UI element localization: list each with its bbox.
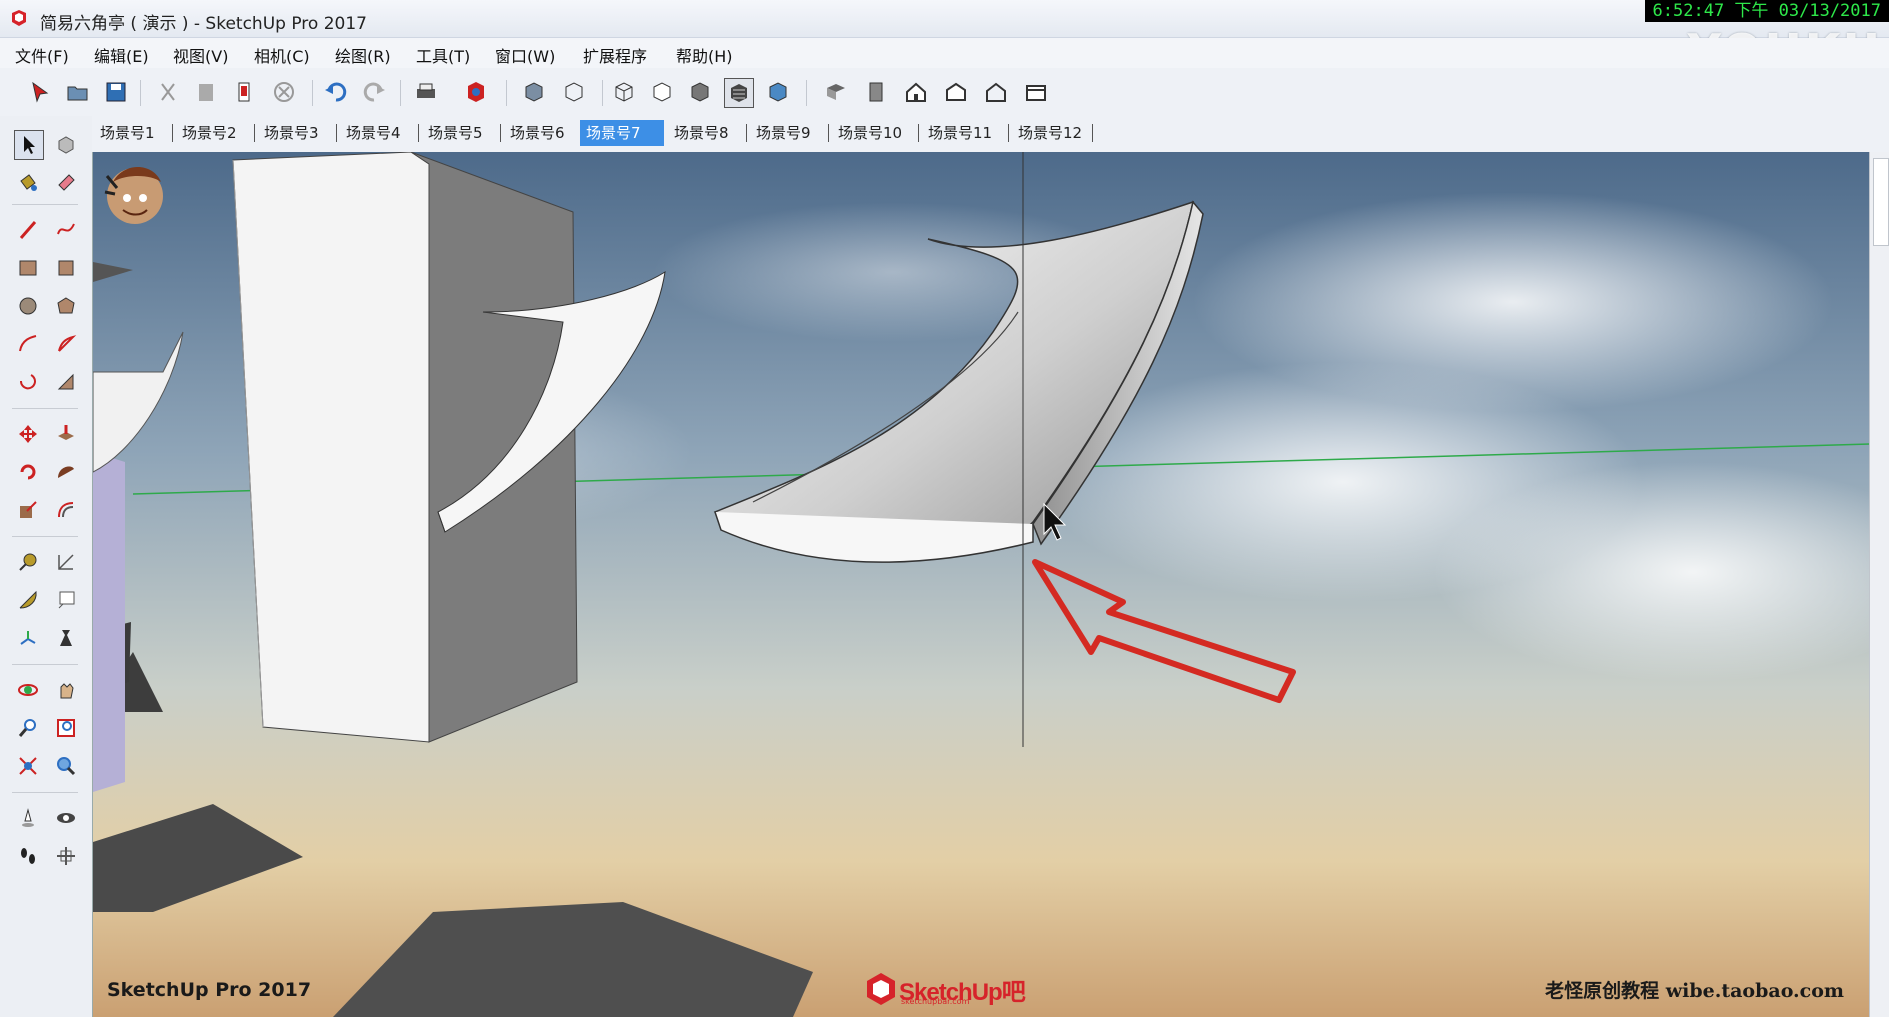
- open-icon[interactable]: [64, 78, 92, 106]
- menu-tools[interactable]: 工具(T): [416, 43, 470, 67]
- clock-overlay: 6:52:47 下午 03/13/2017: [1644, 0, 1889, 22]
- back-view-icon[interactable]: [982, 78, 1010, 106]
- xray-icon[interactable]: [520, 78, 548, 106]
- dimension-icon[interactable]: [52, 548, 80, 576]
- window-title: 简易六角亭 ( 演示 ) - SketchUp Pro 2017: [40, 14, 367, 34]
- follow-me-icon[interactable]: [52, 458, 80, 486]
- axes-icon[interactable]: [14, 624, 42, 652]
- logo-subtext: sketchupbar.com: [901, 997, 970, 1006]
- menu-help[interactable]: 帮助(H): [676, 43, 733, 67]
- back-edges-icon[interactable]: [560, 78, 588, 106]
- cut-icon[interactable]: [154, 78, 182, 106]
- sketchup-app-icon: [12, 10, 26, 26]
- paste-icon[interactable]: [192, 78, 220, 106]
- wireframe-icon[interactable]: [610, 78, 638, 106]
- menu-edit[interactable]: 编辑(E): [94, 43, 149, 67]
- model-viewport[interactable]: SketchUp Pro 2017 SketchUp吧 sketchupbar.…: [92, 152, 1870, 1017]
- title-bar: 简易六角亭 ( 演示 ) - SketchUp Pro 2017 6:52:47…: [0, 0, 1889, 78]
- 3d-text-icon[interactable]: [52, 624, 80, 652]
- tray-collapse-handle[interactable]: [1873, 158, 1889, 246]
- sketchup-logo-icon: [867, 973, 895, 1005]
- shaded-icon[interactable]: [686, 78, 714, 106]
- component-icon[interactable]: [52, 130, 80, 158]
- tab-scene-8[interactable]: 场景号8: [668, 120, 735, 146]
- tab-scene-12[interactable]: 场景号12: [1012, 120, 1088, 146]
- zoom-extents-icon[interactable]: [14, 752, 42, 780]
- tab-scene-3[interactable]: 场景号3: [258, 120, 325, 146]
- offset-icon[interactable]: [52, 496, 80, 524]
- delete-icon[interactable]: [270, 78, 298, 106]
- walk-icon[interactable]: [14, 842, 42, 870]
- main-toolbar: [0, 68, 1889, 116]
- menu-extensions[interactable]: 扩展程序: [583, 43, 647, 67]
- three-point-arc-icon[interactable]: [14, 368, 42, 396]
- pie-icon[interactable]: [52, 330, 80, 358]
- hidden-line-icon[interactable]: [648, 78, 676, 106]
- zoom-window-icon[interactable]: [52, 714, 80, 742]
- arc-icon[interactable]: [14, 330, 42, 358]
- large-tool-set: [0, 116, 92, 1017]
- eraser-icon[interactable]: [52, 168, 80, 196]
- pan-icon[interactable]: [52, 676, 80, 704]
- course-credit-label: 老怪原创教程 wibe.taobao.com: [1545, 980, 1844, 1002]
- paint-bucket-icon[interactable]: [14, 168, 42, 196]
- default-tray-strip: [1869, 152, 1889, 1017]
- rotate-icon[interactable]: [14, 458, 42, 486]
- tab-scene-5[interactable]: 场景号5: [422, 120, 489, 146]
- push-pull-icon[interactable]: [52, 420, 80, 448]
- select-icon[interactable]: [14, 130, 44, 160]
- print-icon[interactable]: [412, 78, 440, 106]
- front-view-icon[interactable]: [902, 78, 930, 106]
- monochrome-icon[interactable]: [764, 78, 792, 106]
- tab-scene-1[interactable]: 场景号1: [94, 120, 161, 146]
- iso-view-icon[interactable]: [822, 78, 850, 106]
- undo-icon[interactable]: [322, 78, 350, 106]
- tape-measure-icon[interactable]: [14, 548, 42, 576]
- position-camera-icon[interactable]: [14, 804, 42, 832]
- rotated-rectangle-icon[interactable]: [52, 254, 80, 282]
- menu-camera[interactable]: 相机(C): [254, 43, 310, 67]
- line-icon[interactable]: [14, 216, 42, 244]
- freehand-icon[interactable]: [52, 216, 80, 244]
- polygon-icon[interactable]: [52, 292, 80, 320]
- orbit-icon[interactable]: [14, 676, 42, 704]
- erase-icon[interactable]: [230, 78, 258, 106]
- menu-view[interactable]: 视图(V): [173, 43, 228, 67]
- zoom-icon[interactable]: [14, 714, 42, 742]
- left-view-icon[interactable]: [1022, 78, 1050, 106]
- menu-bar: 文件(F) 编辑(E) 视图(V) 相机(C) 绘图(R) 工具(T) 窗口(W…: [0, 38, 1889, 68]
- tab-scene-6[interactable]: 场景号6: [504, 120, 571, 146]
- top-view-icon[interactable]: [862, 78, 890, 106]
- tab-scene-9[interactable]: 场景号9: [750, 120, 817, 146]
- redo-icon[interactable]: [360, 78, 388, 106]
- menu-window[interactable]: 窗口(W): [495, 43, 555, 67]
- look-around-icon[interactable]: [52, 804, 80, 832]
- scale-icon[interactable]: [14, 496, 42, 524]
- viewport-app-label: SketchUp Pro 2017: [107, 979, 312, 1001]
- tab-scene-4[interactable]: 场景号4: [340, 120, 407, 146]
- tab-scene-10[interactable]: 场景号10: [832, 120, 908, 146]
- right-view-icon[interactable]: [942, 78, 970, 106]
- menu-file[interactable]: 文件(F): [15, 43, 69, 67]
- rectangle-icon[interactable]: [14, 254, 42, 282]
- previous-view-icon[interactable]: [52, 752, 80, 780]
- menu-draw[interactable]: 绘图(R): [335, 43, 391, 67]
- scene-canvas: [93, 152, 1870, 1017]
- sketchupbar-logo: SketchUp吧 sketchupbar.com: [863, 971, 1026, 1007]
- tab-scene-11[interactable]: 场景号11: [922, 120, 998, 146]
- circle-icon[interactable]: [14, 292, 42, 320]
- two-point-arc-icon[interactable]: [52, 368, 80, 396]
- shaded-textures-icon[interactable]: [724, 78, 754, 108]
- model-info-icon[interactable]: [462, 78, 490, 106]
- move-icon[interactable]: [14, 420, 42, 448]
- scene-tabs-bar: 场景号1 场景号2 场景号3 场景号4 场景号5 场景号6 场景号7 场景号8 …: [92, 116, 1889, 152]
- section-plane-icon[interactable]: [52, 842, 80, 870]
- protractor-icon[interactable]: [14, 586, 42, 614]
- tab-scene-2[interactable]: 场景号2: [176, 120, 243, 146]
- text-icon[interactable]: [52, 586, 80, 614]
- save-icon[interactable]: [102, 78, 130, 106]
- select-icon[interactable]: [26, 78, 54, 106]
- tab-scene-7-active[interactable]: 场景号7: [580, 120, 664, 146]
